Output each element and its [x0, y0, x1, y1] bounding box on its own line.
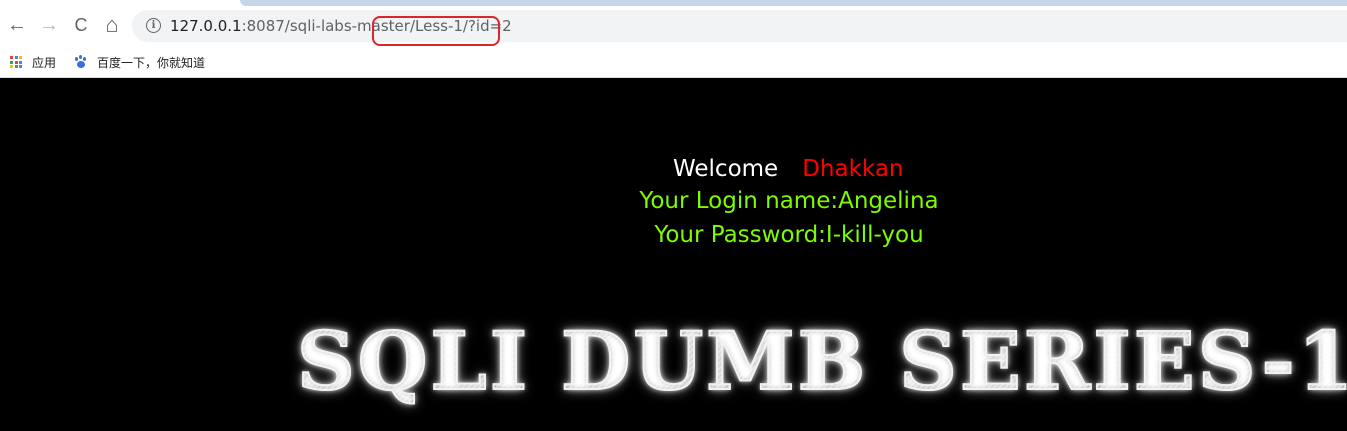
- url-host: 127.0.0.1: [170, 17, 242, 35]
- active-tab-edge[interactable]: [240, 0, 1347, 6]
- url-highlight-annotation: [372, 16, 500, 46]
- browser-toolbar: ← → C ⌂ i 127.0.0.1:8087/sqli-labs-maste…: [0, 8, 1347, 46]
- forward-arrow-icon: →: [39, 14, 59, 36]
- password-line: Your Password:I-kill-you: [654, 222, 924, 248]
- home-button[interactable]: ⌂: [99, 12, 125, 38]
- address-bar[interactable]: i 127.0.0.1:8087/sqli-labs-master/Less-1…: [132, 10, 1347, 42]
- welcome-label: Welcome: [673, 156, 779, 182]
- bookmark-apps-label: 应用: [32, 55, 57, 70]
- baidu-paw-icon: [74, 55, 88, 69]
- reload-icon: C: [74, 15, 88, 35]
- tab-strip: [0, 0, 1347, 8]
- bookmark-apps[interactable]: 应用: [10, 54, 56, 70]
- back-arrow-icon: ←: [7, 14, 27, 36]
- back-button[interactable]: ←: [4, 12, 30, 38]
- apps-icon: [10, 56, 22, 68]
- login-name-line: Your Login name:Angelina: [639, 188, 939, 214]
- reload-button[interactable]: C: [68, 12, 94, 38]
- page-content: Welcome Dhakkan Your Login name:Angelina …: [0, 78, 1347, 431]
- bookmark-baidu[interactable]: 百度一下，你就知道: [74, 54, 205, 70]
- bookmarks-bar: 应用 百度一下，你就知道: [0, 46, 1347, 78]
- site-info-icon[interactable]: i: [146, 18, 161, 33]
- home-icon: ⌂: [105, 12, 119, 37]
- bookmark-baidu-label: 百度一下，你就知道: [97, 55, 206, 70]
- forward-button[interactable]: →: [36, 12, 62, 38]
- welcome-line: Welcome Dhakkan: [673, 156, 904, 182]
- series-title-banner: SQLI DUMB SERIES-1: [296, 313, 1347, 409]
- welcome-name: Dhakkan: [802, 156, 904, 182]
